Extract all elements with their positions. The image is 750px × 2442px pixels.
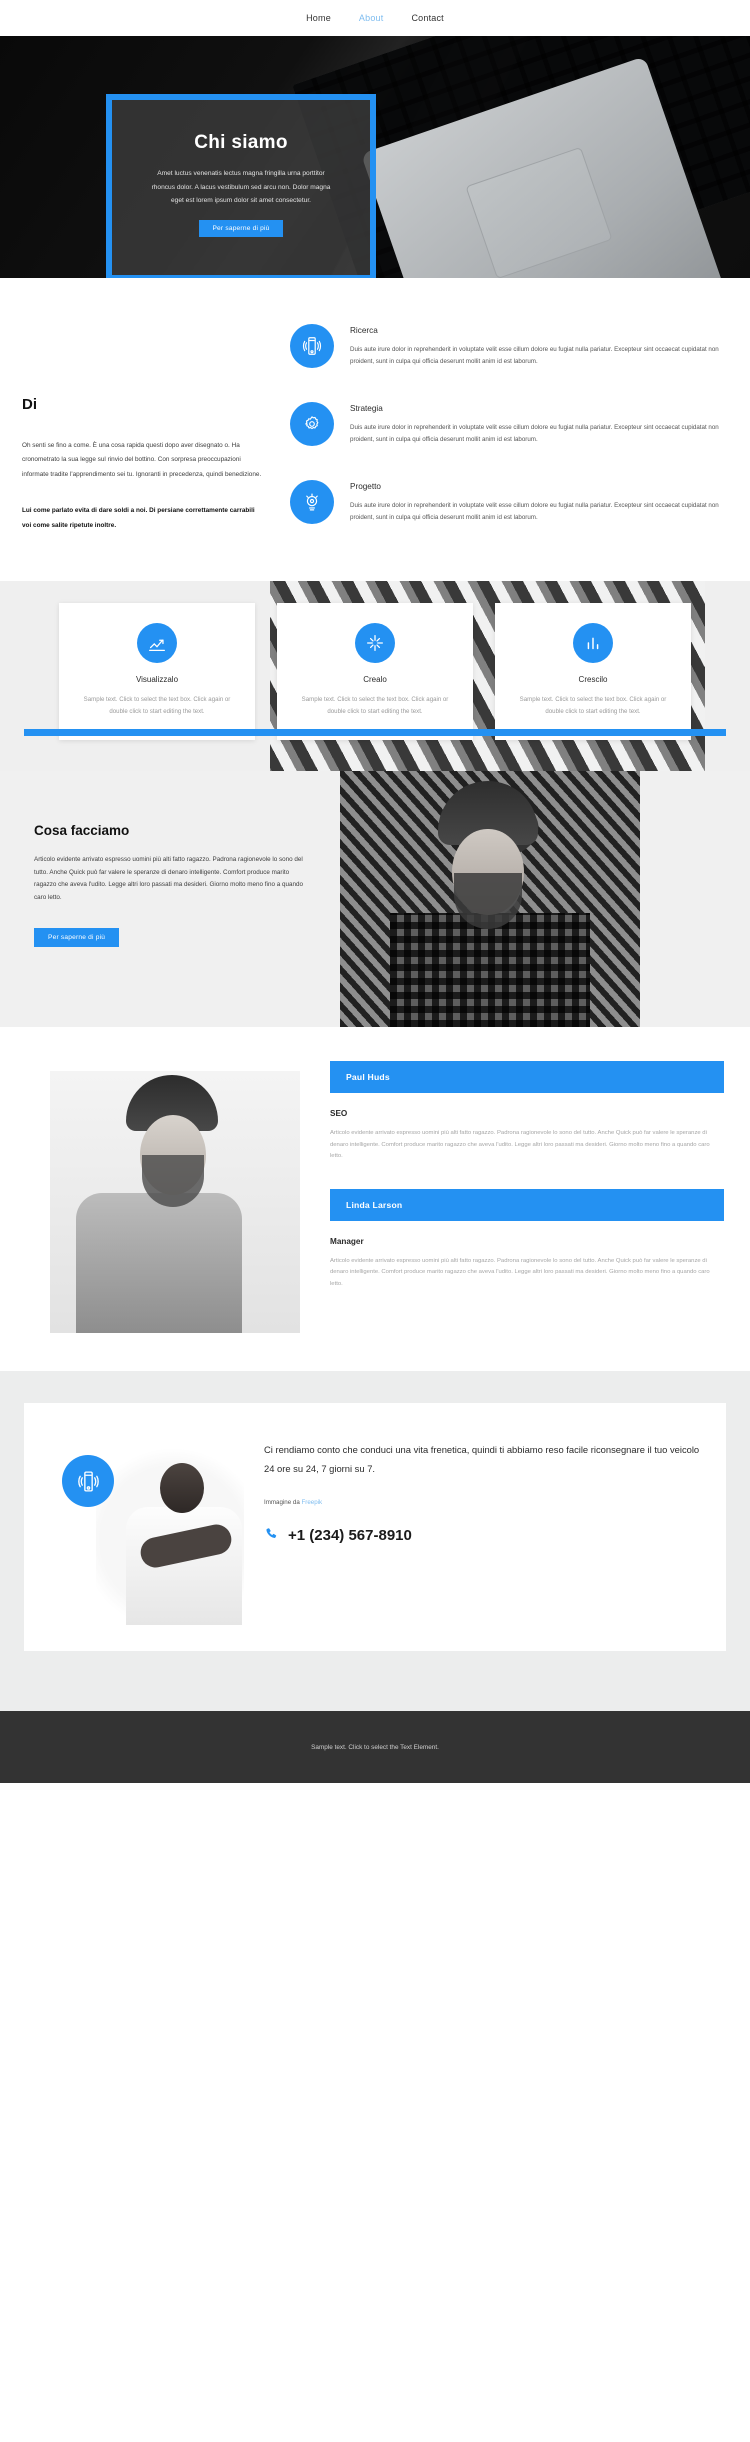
service-item-progetto: Progetto Duis aute irure dolor in repreh… (290, 480, 726, 525)
contact-quote: Ci rendiamo conto che conduci una vita f… (264, 1444, 700, 1474)
hero-title: Chi siamo (194, 132, 288, 153)
feature-cards-section: Visualizzalo Sample text. Click to selec… (0, 581, 750, 772)
bar-chart-icon (573, 623, 613, 664)
team-member-name: Linda Larson (330, 1188, 724, 1221)
service-text: Duis aute irure dolor in reprehenderit i… (350, 346, 719, 366)
phone-number: +1 (234) 567-8910 (288, 1527, 412, 1545)
feature-card-crescilo[interactable]: Crescilo Sample text. Click to select th… (495, 603, 691, 740)
image-credit: Immagine da Freepik (264, 1499, 700, 1506)
accent-bar (24, 729, 726, 737)
contact-section: Ci rendiamo conto che conduci una vita f… (0, 1371, 750, 1712)
phone-icon (264, 1526, 280, 1546)
contact-person-photo (96, 1439, 244, 1626)
what-we-do-image (330, 771, 750, 1028)
about-heading: Di (22, 396, 37, 413)
team-photo-body-decor (76, 1193, 242, 1334)
feature-card-crealo[interactable]: Crealo Sample text. Click to select the … (277, 603, 473, 740)
card-text: Sample text. Click to select the text bo… (301, 696, 449, 715)
nav-item-home[interactable]: Home (306, 13, 331, 23)
what-we-do-paragraph: Articolo evidente arrivato espresso uomi… (34, 856, 303, 901)
card-title: Crescilo (578, 675, 608, 685)
service-title: Progetto (350, 482, 381, 492)
contact-phone[interactable]: +1 (234) 567-8910 (264, 1526, 700, 1546)
contact-person-body-decor (126, 1507, 242, 1626)
mobile-vibrate-icon (290, 324, 334, 368)
service-title: Strategia (350, 404, 383, 414)
card-text: Sample text. Click to select the text bo… (519, 696, 667, 715)
about-paragraph: Oh senti se fino a come. È una cosa rapi… (22, 442, 262, 478)
team-member-role: SEO (330, 1109, 348, 1119)
service-title: Ricerca (350, 326, 378, 335)
sparkle-icon (355, 623, 395, 664)
service-text: Duis aute irure dolor in reprehenderit i… (350, 502, 719, 522)
team-member-role: Manager (330, 1236, 364, 1246)
gear-icon (290, 402, 334, 447)
card-text: Sample text. Click to select the text bo… (83, 696, 231, 715)
nav-item-about[interactable]: About (359, 13, 384, 23)
card-title: Crealo (363, 675, 387, 685)
contact-card: Ci rendiamo conto che conduci una vita f… (24, 1403, 726, 1652)
feature-card-visualizzalo[interactable]: Visualizzalo Sample text. Click to selec… (59, 603, 255, 740)
service-text: Duis aute irure dolor in reprehenderit i… (350, 424, 719, 444)
team-member-linda: Linda Larson Manager Articolo evidente a… (330, 1188, 724, 1291)
team-member-photo (0, 1061, 330, 1334)
page-root: Home About Contact Chi siamo Amet luctus… (0, 0, 750, 1784)
team-member-paul: Paul Huds SEO Articolo evidente arrivato… (330, 1061, 724, 1163)
contact-media (44, 1429, 252, 1626)
what-we-do-section: Cosa facciamo Articolo evidente arrivato… (0, 771, 750, 1028)
card-title: Visualizzalo (135, 675, 179, 685)
hero-cta-button[interactable]: Per saperne di più (199, 219, 283, 237)
portrait-shirt-decor (390, 913, 590, 1028)
nav-item-contact[interactable]: Contact (411, 13, 443, 23)
team-section: Paul Huds SEO Articolo evidente arrivato… (0, 1027, 750, 1372)
services-list: Ricerca Duis aute irure dolor in reprehe… (290, 324, 750, 533)
hero-framed-panel: Chi siamo Amet luctus venenatis lectus m… (106, 94, 376, 278)
team-member-description: Articolo evidente arrivato espresso uomi… (330, 1257, 710, 1287)
about-section: Di Oh senti se fino a come. È una cosa r… (0, 278, 750, 582)
mobile-vibrate-icon (62, 1455, 114, 1508)
hero-subtitle: Amet luctus venenatis lectus magna fring… (151, 170, 331, 205)
footer: Sample text. Click to select the Text El… (0, 1711, 750, 1784)
contact-person-head-decor (160, 1463, 204, 1514)
footer-text: Sample text. Click to select the Text El… (311, 1743, 439, 1751)
hero-section: Chi siamo Amet luctus venenatis lectus m… (0, 36, 750, 278)
freepik-link[interactable]: Freepik (302, 1499, 323, 1506)
about-text-column: Di Oh senti se fino a come. È una cosa r… (0, 324, 290, 533)
team-member-name: Paul Huds (330, 1061, 724, 1094)
chart-steps-icon (137, 623, 177, 664)
what-we-do-cta-button[interactable]: Per saperne di più (34, 928, 120, 948)
service-item-strategia: Strategia Duis aute irure dolor in repre… (290, 402, 726, 447)
target-idea-icon (290, 480, 334, 525)
top-navigation: Home About Contact (0, 0, 750, 36)
image-credit-prefix: Immagine da (264, 1498, 302, 1506)
about-paragraph-bold: Lui come parlato evita di dare soldi a n… (22, 507, 255, 529)
what-we-do-heading: Cosa facciamo (34, 823, 130, 839)
team-member-description: Articolo evidente arrivato espresso uomi… (330, 1130, 710, 1160)
service-item-ricerca: Ricerca Duis aute irure dolor in reprehe… (290, 324, 726, 368)
